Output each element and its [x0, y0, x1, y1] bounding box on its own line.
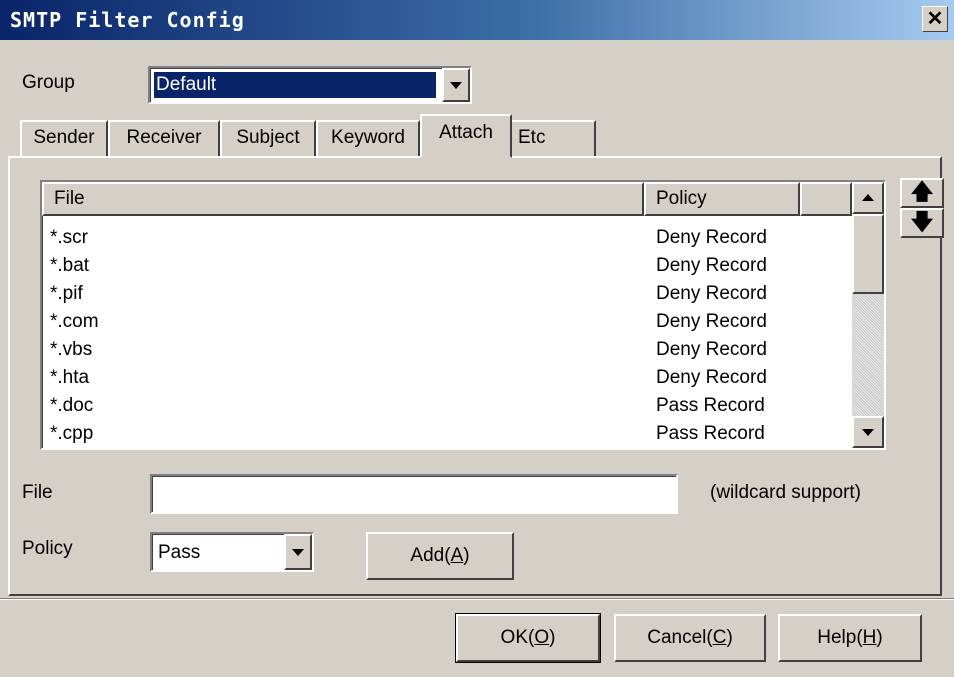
- move-down-button[interactable]: 🡇: [900, 208, 944, 238]
- add-button[interactable]: Add(A): [366, 532, 514, 580]
- list-item-policy[interactable]: Deny Record: [656, 252, 767, 280]
- chevron-down-icon: [292, 549, 304, 556]
- attachment-list[interactable]: File Policy *.scr Deny Record *.bat Deny…: [40, 180, 886, 450]
- list-item-file[interactable]: *.bat: [50, 252, 89, 280]
- scroll-up-button[interactable]: [852, 182, 884, 214]
- list-item-file[interactable]: *.vbs: [50, 336, 92, 364]
- move-down-icon: 🡇: [910, 210, 934, 235]
- policy-dropdown-button[interactable]: [284, 534, 312, 570]
- list-item-file[interactable]: *.com: [50, 308, 99, 336]
- help-button[interactable]: Help(H): [778, 614, 922, 662]
- tab-subject[interactable]: Subject: [220, 120, 316, 156]
- ok-button-label: OK(O): [500, 627, 556, 648]
- tab-keyword[interactable]: Keyword: [316, 120, 420, 156]
- list-item-file[interactable]: *.scr: [50, 224, 88, 252]
- scroll-thumb[interactable]: [852, 214, 884, 294]
- list-item-policy[interactable]: Deny Record: [656, 224, 767, 252]
- tab-sender[interactable]: Sender: [20, 120, 108, 156]
- arrow-down-icon: [862, 429, 874, 436]
- window-title: SMTP Filter Config: [10, 8, 245, 32]
- list-scrollbar[interactable]: [852, 182, 884, 448]
- tab-etc[interactable]: Etc: [510, 120, 596, 156]
- list-item-file[interactable]: *.cpp: [50, 420, 93, 448]
- column-header-empty[interactable]: [800, 182, 852, 216]
- title-bar[interactable]: SMTP Filter Config ✕: [0, 0, 954, 40]
- group-selected-value: Default: [153, 71, 437, 99]
- list-item-policy[interactable]: Deny Record: [656, 308, 767, 336]
- group-dropdown-button[interactable]: [442, 68, 470, 102]
- scroll-down-button[interactable]: [852, 416, 884, 448]
- chevron-down-icon: [450, 82, 462, 89]
- list-item-policy[interactable]: Deny Record: [656, 364, 767, 392]
- wildcard-hint: (wildcard support): [710, 482, 861, 503]
- policy-selected-value: Pass: [158, 542, 201, 563]
- list-item-policy[interactable]: Deny Record: [656, 336, 767, 364]
- close-button[interactable]: ✕: [922, 6, 948, 32]
- cancel-button-label: Cancel(C): [647, 627, 733, 648]
- ok-button[interactable]: OK(O): [456, 614, 600, 662]
- separator: [0, 598, 954, 600]
- close-icon: ✕: [926, 8, 944, 30]
- column-header-policy[interactable]: Policy: [644, 182, 800, 216]
- arrow-up-icon: [862, 194, 874, 201]
- group-select[interactable]: Default: [148, 66, 472, 104]
- group-label: Group: [22, 72, 75, 93]
- list-item-file[interactable]: *.doc: [50, 392, 93, 420]
- policy-select[interactable]: Pass: [150, 532, 314, 572]
- move-up-icon: 🡅: [910, 180, 934, 205]
- tab-receiver[interactable]: Receiver: [108, 120, 220, 156]
- file-label: File: [22, 482, 53, 503]
- cancel-button[interactable]: Cancel(C): [614, 614, 766, 662]
- list-item-file[interactable]: *.pif: [50, 280, 83, 308]
- list-item-policy[interactable]: Pass Record: [656, 420, 765, 448]
- list-item-policy[interactable]: Deny Record: [656, 280, 767, 308]
- help-button-label: Help(H): [817, 627, 883, 648]
- add-button-label: Add(A): [410, 545, 470, 566]
- file-input[interactable]: [150, 474, 678, 514]
- policy-label: Policy: [22, 538, 73, 559]
- column-header-file[interactable]: File: [42, 182, 644, 216]
- move-up-button[interactable]: 🡅: [900, 178, 944, 208]
- tab-attach[interactable]: Attach: [420, 114, 512, 158]
- list-item-policy[interactable]: Pass Record: [656, 392, 765, 420]
- list-item-file[interactable]: *.hta: [50, 364, 89, 392]
